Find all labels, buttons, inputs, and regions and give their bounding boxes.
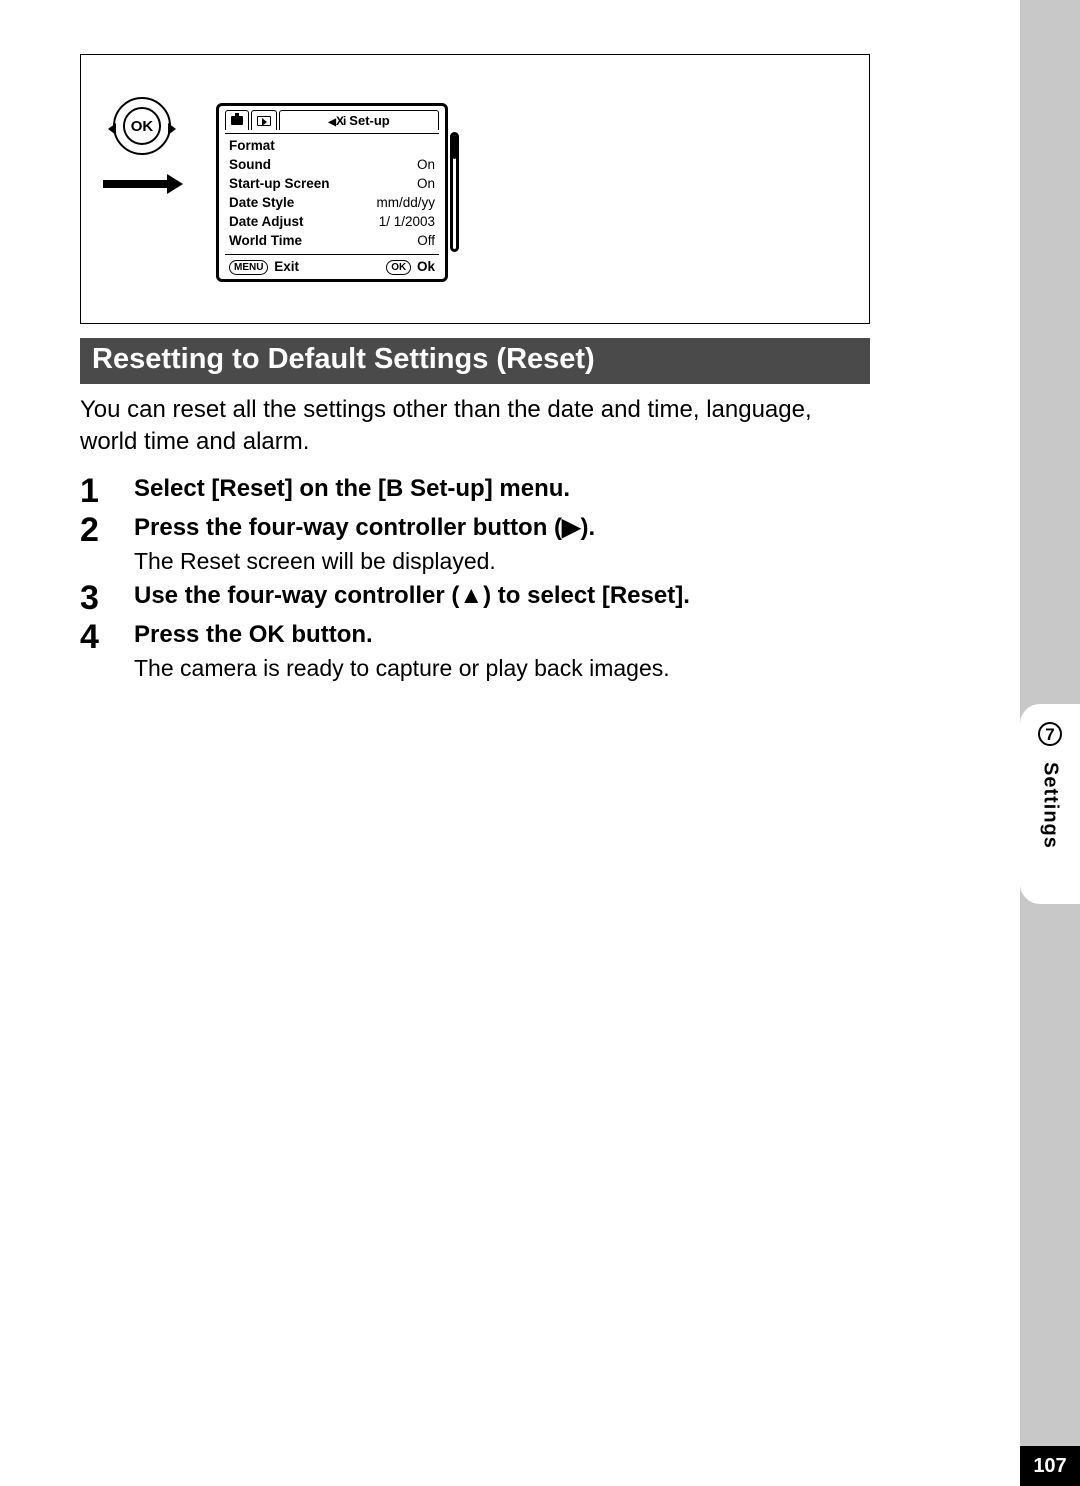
step-title: Press the four-way controller button (▶)… <box>134 512 595 544</box>
arrow-right-icon <box>103 177 183 191</box>
ok-confirm: OK Ok <box>386 259 435 275</box>
menu-button-icon: MENU <box>229 260 268 275</box>
ok-dial-icon: OK <box>113 97 171 155</box>
lcd-tabs: Xi Set-up <box>225 110 439 130</box>
setup-tab-label: Set-up <box>349 113 389 128</box>
tools-icon: Xi <box>328 114 345 128</box>
step-2: 2 Press the four-way controller button (… <box>80 512 870 577</box>
side-rail: 7 Settings 107 <box>1020 0 1080 1486</box>
illustration-box: OK Xi Set-up Format SoundOn S <box>80 54 870 324</box>
ok-button-icon: OK <box>386 260 411 275</box>
step-number: 4 <box>80 619 108 656</box>
step-4: 4 Press the OK button. The camera is rea… <box>80 619 870 684</box>
step-desc: The camera is ready to capture or play b… <box>134 653 670 684</box>
menu-row: SoundOn <box>229 155 435 174</box>
chapter-number: 7 <box>1038 722 1062 746</box>
intro-text: You can reset all the settings other tha… <box>80 394 870 459</box>
lcd-scroll-thumb <box>453 135 456 159</box>
step-desc: The Reset screen will be displayed. <box>134 546 595 577</box>
ok-dial-label: OK <box>123 107 161 145</box>
step-title: Use the four-way controller (▲) to selec… <box>134 580 690 612</box>
page-content: OK Xi Set-up Format SoundOn S <box>80 54 870 684</box>
step-title: Press the OK button. <box>134 619 670 651</box>
menu-row: World TimeOff <box>229 231 435 250</box>
step-number: 2 <box>80 512 108 549</box>
step-number: 1 <box>80 473 108 510</box>
step-3: 3 Use the four-way controller (▲) to sel… <box>80 580 870 617</box>
play-tab-icon <box>251 110 277 130</box>
lcd-footer: MENU Exit OK Ok <box>225 254 439 275</box>
camera-tab-icon <box>225 110 249 130</box>
setup-tab: Xi Set-up <box>279 110 439 130</box>
menu-exit: MENU Exit <box>229 259 299 275</box>
step-1: 1 Select [Reset] on the [B Set-up] menu. <box>80 473 870 510</box>
lcd-scrollbar <box>450 132 459 252</box>
menu-row: Date Stylemm/dd/yy <box>229 193 435 212</box>
menu-row: Date Adjust1/ 1/2003 <box>229 212 435 231</box>
camera-lcd: Xi Set-up Format SoundOn Start-up Screen… <box>216 103 448 282</box>
wrench-icon: B <box>386 473 403 505</box>
section-heading: Resetting to Default Settings (Reset) <box>80 338 870 384</box>
step-number: 3 <box>80 580 108 617</box>
step-title: Select [Reset] on the [B Set-up] menu. <box>134 473 570 505</box>
menu-row: Format <box>229 136 435 155</box>
lcd-menu: Format SoundOn Start-up ScreenOn Date St… <box>225 136 439 250</box>
menu-row: Start-up ScreenOn <box>229 174 435 193</box>
chapter-label: Settings <box>1039 762 1062 849</box>
chapter-tab: 7 Settings <box>1020 704 1080 904</box>
steps-list: 1 Select [Reset] on the [B Set-up] menu.… <box>80 473 870 685</box>
page-number: 107 <box>1020 1446 1080 1486</box>
